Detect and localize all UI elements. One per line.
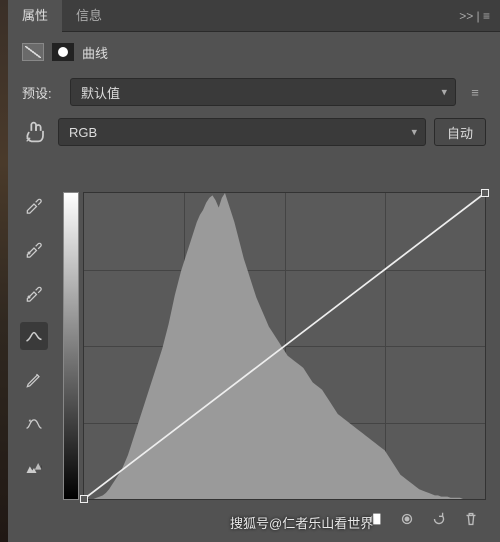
curves-tools: ! bbox=[20, 190, 48, 482]
curves-graph[interactable] bbox=[83, 192, 486, 500]
channel-select[interactable]: RGB ▾ bbox=[58, 118, 426, 146]
channel-value: RGB bbox=[69, 125, 97, 140]
gray-point-eyedropper-icon[interactable] bbox=[20, 234, 48, 262]
view-previous-icon[interactable] bbox=[398, 510, 416, 528]
preset-value: 默认值 bbox=[81, 83, 120, 102]
preset-menu-icon[interactable]: ≡ bbox=[464, 85, 486, 100]
auto-button[interactable]: 自动 bbox=[434, 118, 486, 146]
clip-toggle-icon[interactable] bbox=[366, 510, 384, 528]
clip-warning-icon[interactable]: ! bbox=[20, 454, 48, 482]
chevron-down-icon: ▾ bbox=[411, 126, 417, 139]
channel-row: RGB ▾ 自动 bbox=[8, 112, 500, 152]
tab-info[interactable]: 信息 bbox=[62, 0, 116, 32]
targeted-adjustment-icon[interactable] bbox=[22, 118, 50, 146]
tab-properties[interactable]: 属性 bbox=[8, 0, 62, 32]
reset-icon[interactable] bbox=[430, 510, 448, 528]
svg-text:!: ! bbox=[41, 466, 43, 472]
panel-footer bbox=[8, 504, 500, 534]
black-point-eyedropper-icon[interactable] bbox=[20, 190, 48, 218]
adjustment-header: 曲线 bbox=[8, 32, 500, 72]
preset-row: 预设: 默认值 ▾ ≡ bbox=[8, 72, 500, 112]
curve-handle-white[interactable] bbox=[481, 189, 489, 197]
edit-points-icon[interactable] bbox=[20, 322, 48, 350]
curves-adjustment-icon bbox=[22, 43, 44, 61]
tab-bar: 属性 信息 >> | ≡ bbox=[8, 0, 500, 32]
chevron-down-icon: ▾ bbox=[441, 86, 447, 99]
collapse-panel-button[interactable]: >> | ≡ bbox=[449, 9, 500, 23]
preset-label: 预设: bbox=[22, 83, 62, 102]
preset-select[interactable]: 默认值 ▾ bbox=[70, 78, 456, 106]
white-point-eyedropper-icon[interactable] bbox=[20, 278, 48, 306]
curve-handle-black[interactable] bbox=[80, 495, 88, 503]
curves-graph-area bbox=[63, 192, 486, 500]
adjustment-title: 曲线 bbox=[82, 43, 108, 62]
draw-curve-pencil-icon[interactable] bbox=[20, 366, 48, 394]
curve-line bbox=[84, 193, 485, 499]
output-gradient bbox=[63, 192, 79, 500]
delete-icon[interactable] bbox=[462, 510, 480, 528]
smooth-curve-icon[interactable] bbox=[20, 410, 48, 438]
layer-mask-icon bbox=[52, 43, 74, 61]
